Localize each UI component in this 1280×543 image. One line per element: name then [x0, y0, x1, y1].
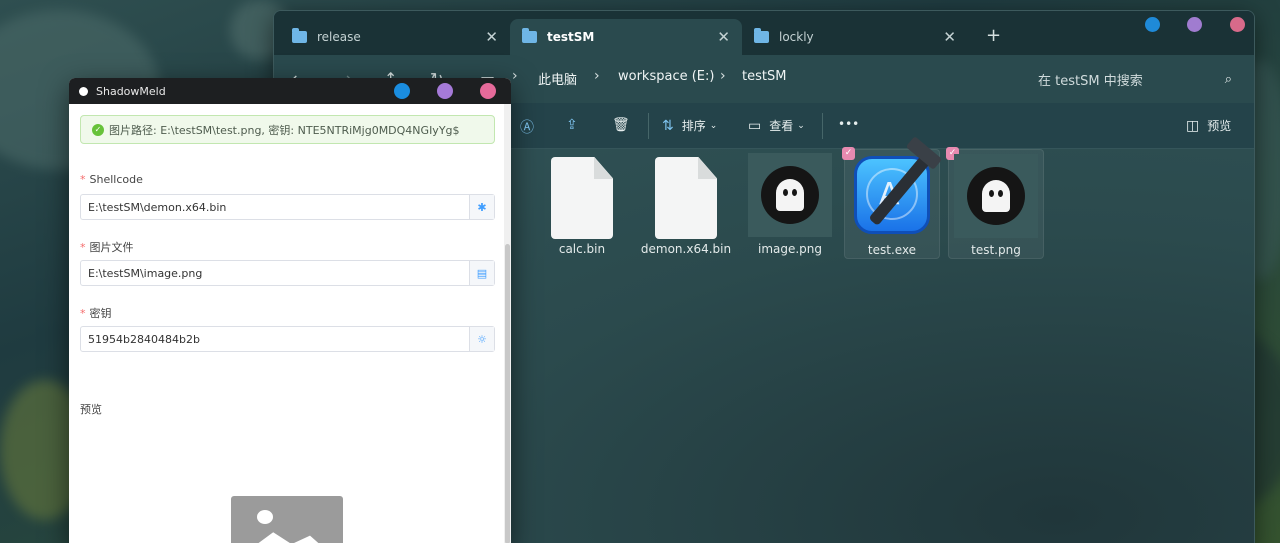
file-item-demon-bin[interactable]: demon.x64.bin	[638, 149, 734, 259]
toolbar-divider	[648, 113, 649, 139]
bug-icon[interactable]: ✱	[469, 195, 494, 219]
file-name: test.png	[971, 243, 1021, 257]
shadowmeld-window: ShadowMeld ✓ 图片路径: E:\testSM\test.png, 密…	[69, 78, 511, 543]
close-icon[interactable]: ✕	[485, 28, 498, 46]
required-mark: *	[80, 307, 86, 320]
image-file-label: * 图片文件	[80, 239, 134, 255]
document-icon	[551, 153, 613, 239]
folder-icon	[292, 28, 307, 43]
search-icon[interactable]: ⌕	[1225, 72, 1232, 87]
view-label: 查看	[769, 119, 794, 133]
field-value: E:\testSM\image.png	[88, 266, 203, 280]
folder-icon	[522, 28, 537, 43]
label-text: Shellcode	[89, 173, 143, 186]
view-button[interactable]: ▭ 查看 ⌄	[748, 117, 805, 134]
image-placeholder-icon	[231, 496, 343, 543]
tab-label: testSM	[547, 30, 595, 44]
preview-label: 预览	[1207, 119, 1232, 133]
file-item-calc-bin[interactable]: calc.bin	[534, 149, 630, 259]
close-icon[interactable]: ✕	[717, 28, 730, 46]
label-text: 密钥	[89, 307, 112, 320]
app-title: ShadowMeld	[96, 84, 166, 98]
field-value: E:\testSM\demon.x64.bin	[88, 200, 227, 214]
key-label: * 密钥	[80, 305, 112, 321]
app-logo-icon	[79, 86, 88, 96]
label-text: 图片文件	[89, 241, 134, 254]
file-icon[interactable]: ▤	[469, 261, 494, 285]
chevron-down-icon: ⌄	[709, 120, 718, 131]
rename-button[interactable]: Ⓐ	[520, 117, 542, 137]
file-name: demon.x64.bin	[640, 242, 732, 256]
shellcode-input[interactable]: E:\testSM\demon.x64.bin ✱	[80, 194, 495, 220]
ghost-image-icon	[954, 154, 1038, 238]
tab-label: release	[317, 30, 361, 44]
required-mark: *	[80, 241, 86, 254]
window-control-dot[interactable]	[1145, 17, 1160, 32]
app-form: ✓ 图片路径: E:\testSM\test.png, 密钥: NTE5NTRi…	[69, 104, 504, 543]
tab-lockly[interactable]: lockly ✕	[742, 19, 968, 55]
breadcrumb-this-pc[interactable]: 此电脑	[538, 69, 577, 88]
window-control-dot[interactable]	[437, 83, 453, 99]
toolbar-divider	[822, 113, 823, 139]
chevron-right-icon: ›	[512, 68, 518, 84]
breadcrumb-testsm[interactable]: testSM	[742, 69, 786, 84]
sort-label: 排序	[681, 119, 706, 133]
file-item-test-exe[interactable]: ✓ A test.exe	[842, 136, 943, 259]
chevron-down-icon: ⌄	[797, 120, 805, 131]
new-tab-button[interactable]: +	[986, 25, 1001, 46]
view-icon: ▭	[748, 117, 762, 134]
sort-icon: ⇅	[662, 117, 674, 134]
more-options-button[interactable]: •••	[838, 117, 859, 131]
rename-icon: Ⓐ	[520, 120, 534, 136]
scrollbar-thumb[interactable]	[505, 244, 510, 543]
ghost-image-icon	[748, 153, 832, 237]
window-control-dot[interactable]	[480, 83, 496, 99]
window-control-dot[interactable]	[394, 83, 410, 99]
trash-icon: 🗑	[612, 117, 630, 133]
alert-text: 图片路径: E:\testSM\test.png, 密钥: NTE5NTRiMj…	[109, 123, 460, 137]
sort-button[interactable]: ⇅ 排序 ⌄	[662, 117, 717, 134]
preview-pane-icon: ◫	[1186, 117, 1200, 134]
tab-testsm[interactable]: testSM ✕	[510, 19, 742, 55]
file-name: image.png	[757, 242, 823, 256]
preview-pane-button[interactable]: ◫ 预览	[1186, 117, 1231, 134]
folder-icon	[754, 28, 769, 43]
success-alert: ✓ 图片路径: E:\testSM\test.png, 密钥: NTE5NTRi…	[80, 115, 495, 144]
file-name: test.exe	[867, 243, 917, 257]
file-name: calc.bin	[558, 242, 606, 256]
key-input[interactable]: 51954b2840484b2b ☼	[80, 326, 495, 352]
field-value: 51954b2840484b2b	[88, 332, 200, 346]
tab-release[interactable]: release ✕	[280, 19, 510, 55]
search-placeholder: 在 testSM 中搜索	[1038, 73, 1143, 89]
bulb-icon[interactable]: ☼	[469, 327, 494, 351]
xcode-app-icon: A	[854, 136, 943, 234]
chevron-right-icon: ›	[594, 68, 600, 84]
shellcode-label: * Shellcode	[80, 173, 143, 186]
search-box[interactable]: 在 testSM 中搜索 ⌕	[1026, 63, 1244, 95]
breadcrumb-workspace[interactable]: workspace (E:)	[618, 69, 714, 84]
scrollbar[interactable]	[504, 104, 511, 543]
check-circle-icon: ✓	[92, 123, 104, 136]
chevron-right-icon: ›	[720, 68, 726, 84]
share-button[interactable]: ⇪	[566, 117, 586, 133]
explorer-tabbar: release ✕ testSM ✕ lockly ✕ +	[274, 11, 1254, 55]
share-icon: ⇪	[566, 117, 578, 133]
window-control-dot[interactable]	[1187, 17, 1202, 32]
required-mark: *	[80, 173, 86, 186]
tab-label: lockly	[779, 30, 814, 44]
image-file-input[interactable]: E:\testSM\image.png ▤	[80, 260, 495, 286]
file-item-image-png[interactable]: image.png	[742, 149, 838, 259]
delete-button[interactable]: 🗑	[612, 117, 638, 133]
window-control-dot[interactable]	[1230, 17, 1245, 32]
close-icon[interactable]: ✕	[943, 28, 956, 46]
document-icon	[655, 153, 717, 239]
file-item-test-png[interactable]: ✓ test.png	[946, 147, 1044, 259]
preview-label: 预览	[80, 403, 102, 416]
